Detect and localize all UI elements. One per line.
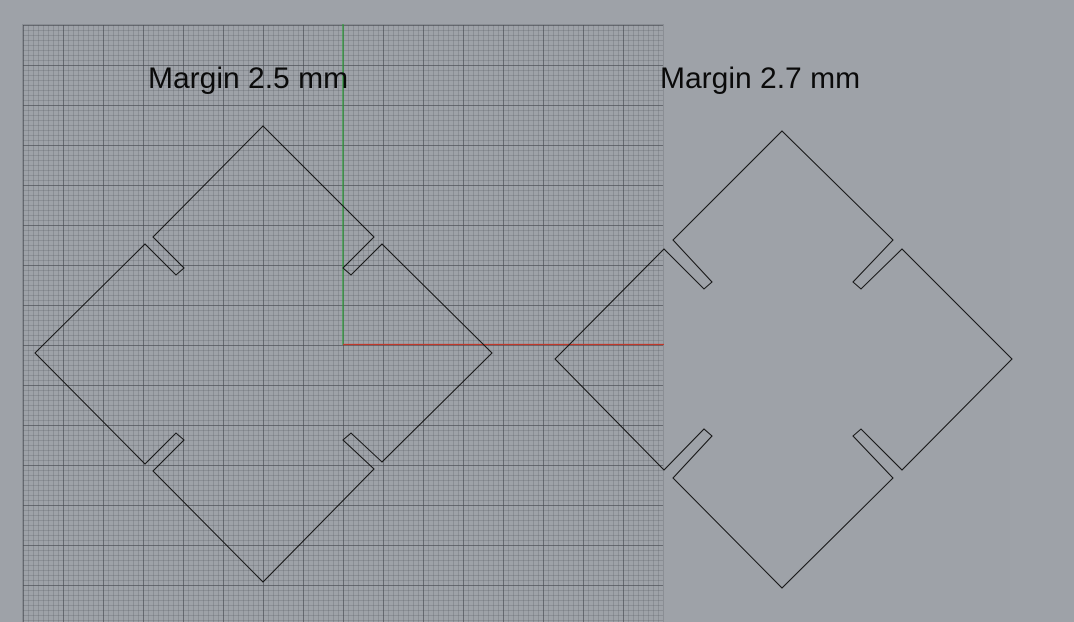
cad-viewport[interactable]: Margin 2.5 mm Margin 2.7 mm (0, 0, 1074, 622)
notched-square-left[interactable] (34, 125, 493, 583)
margin-label-right: Margin 2.7 mm (660, 62, 861, 95)
notched-square-right[interactable] (554, 130, 1013, 589)
margin-label-left: Margin 2.5 mm (148, 62, 349, 95)
